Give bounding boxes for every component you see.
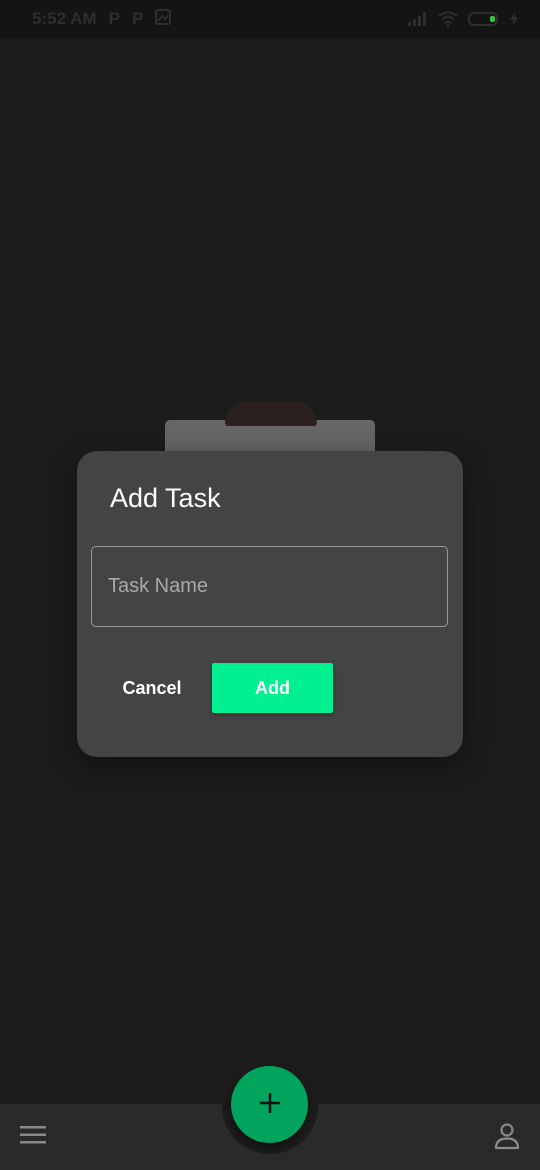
- add-task-dialog: Add Task Cancel Add: [77, 451, 463, 757]
- status-left: 5:52 AM P P: [32, 8, 172, 30]
- dialog-title: Add Task: [110, 483, 221, 513]
- hamburger-menu-icon: [19, 1124, 47, 1151]
- status-bar: 5:52 AM P P: [0, 0, 540, 38]
- charging-icon: [510, 12, 518, 26]
- status-time: 5:52 AM: [32, 9, 97, 28]
- signal-icon: [408, 12, 428, 26]
- notification-p-icon: P: [131, 9, 144, 28]
- status-right: [408, 11, 518, 27]
- clipboard-clip: [225, 402, 317, 426]
- cancel-button[interactable]: Cancel: [107, 663, 197, 713]
- add-button[interactable]: Add: [212, 663, 333, 713]
- menu-button[interactable]: [14, 1120, 52, 1154]
- person-icon: [494, 1122, 520, 1155]
- battery-icon: [468, 12, 500, 26]
- gallery-notification-icon: [155, 8, 172, 30]
- plus-icon: [258, 1091, 282, 1118]
- add-task-fab[interactable]: [231, 1066, 308, 1143]
- profile-button[interactable]: [488, 1120, 526, 1156]
- notification-p-icon: P: [108, 9, 120, 28]
- task-name-input[interactable]: [91, 546, 448, 627]
- app-screen: 5:52 AM P P Add Task Task Name Cancel Ad…: [0, 0, 540, 1170]
- wifi-icon: [438, 11, 458, 27]
